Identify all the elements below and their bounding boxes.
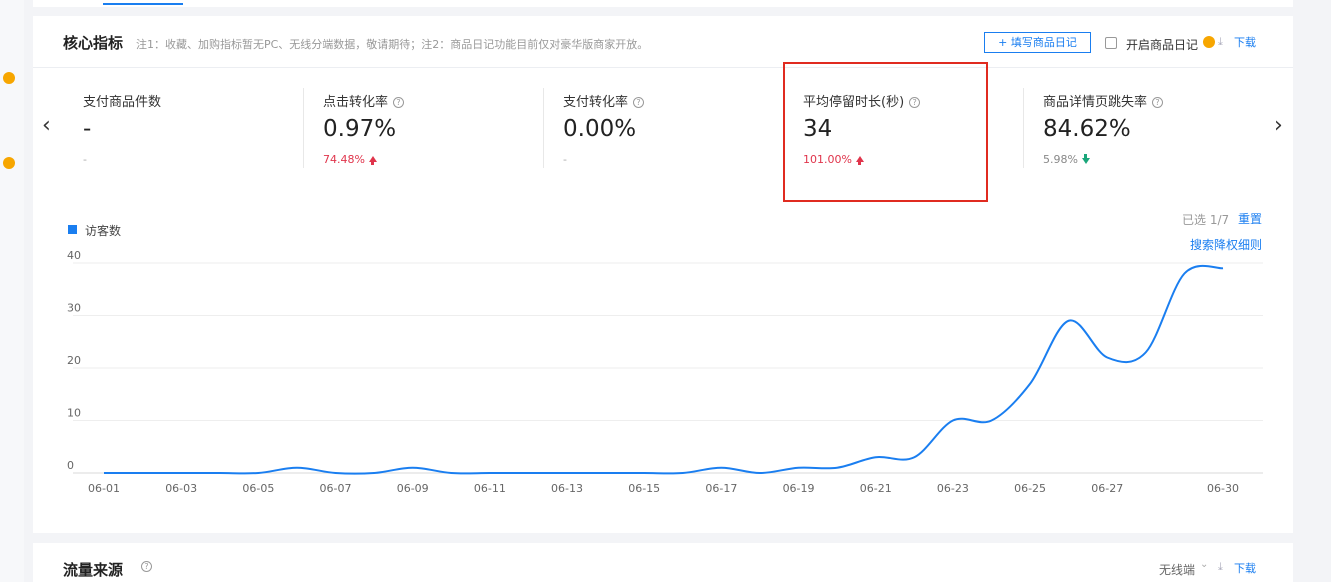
x-tick-label: 06-27 [1091, 482, 1123, 495]
core-metrics-card: 核心指标 注1：收藏、加购指标暂无PC、无线分端数据，敬请期待；注2：商品日记功… [33, 16, 1293, 533]
x-tick-label: 06-01 [88, 482, 120, 495]
x-tick-label: 06-21 [860, 482, 892, 495]
x-tick-label: 06-11 [474, 482, 506, 495]
y-tick-label: 10 [67, 407, 81, 420]
y-tick-label: 40 [67, 249, 81, 262]
download-link[interactable]: 下载 [1234, 560, 1256, 576]
x-tick-label: 06-07 [320, 482, 352, 495]
notification-dot-icon[interactable] [3, 157, 15, 169]
visitors-line-chart: 0 10 20 30 40 06-01 06-03 06-05 06-07 06-09 06-11 0… [67, 249, 1263, 495]
traffic-source-card: 流量来源 ? 无线端 ⌄ ⤓ 下载 [33, 543, 1293, 582]
left-nav-strip [0, 0, 24, 582]
x-tick-label: 06-19 [783, 482, 815, 495]
x-tick-label: 06-23 [937, 482, 969, 495]
y-tick-label: 0 [67, 459, 74, 472]
x-tick-label: 06-17 [705, 482, 737, 495]
traffic-title: 流量来源 [63, 561, 124, 579]
x-tick-label: 06-09 [397, 482, 429, 495]
x-tick-label: 06-05 [242, 482, 274, 495]
x-tick-label: 06-30 [1207, 482, 1239, 495]
device-select[interactable]: 无线端 [1159, 561, 1195, 578]
x-tick-label: 06-25 [1014, 482, 1046, 495]
x-tick-label: 06-03 [165, 482, 197, 495]
notification-dot-icon[interactable] [3, 72, 15, 84]
top-tab-strip [33, 0, 1293, 7]
y-tick-label: 20 [67, 354, 81, 367]
chevron-down-icon[interactable]: ⌄ [1200, 559, 1208, 570]
help-icon[interactable]: ? [141, 561, 152, 572]
active-tab-indicator [103, 3, 183, 5]
x-tick-label: 06-13 [551, 482, 583, 495]
y-tick-label: 30 [67, 302, 81, 315]
series-line [103, 264, 1224, 475]
download-icon[interactable]: ⤓ [1218, 560, 1223, 574]
x-tick-label: 06-15 [628, 482, 660, 495]
